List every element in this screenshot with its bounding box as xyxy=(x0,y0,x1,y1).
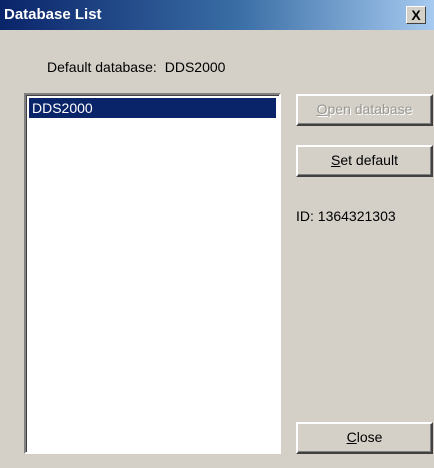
default-database-row: Default database: DDS2000 xyxy=(47,59,225,75)
open-database-label: pen database xyxy=(327,101,413,117)
open-database-mnemonic: O xyxy=(316,101,328,117)
database-list-dialog: Database List X Default database: DDS2000… xyxy=(0,0,434,468)
set-default-label: et default xyxy=(340,152,398,168)
set-default-button[interactable]: Set default xyxy=(296,145,433,177)
database-listbox[interactable]: DDS2000 xyxy=(24,93,281,454)
close-mnemonic: C xyxy=(346,429,357,445)
open-database-button[interactable]: Open database xyxy=(296,94,433,126)
close-icon[interactable]: X xyxy=(406,6,426,24)
database-id-text: ID: 1364321303 xyxy=(296,208,396,224)
title-bar[interactable]: Database List X xyxy=(0,0,434,30)
close-button[interactable]: Close xyxy=(296,422,433,454)
window-title: Database List xyxy=(4,6,102,23)
list-item[interactable]: DDS2000 xyxy=(29,98,276,118)
default-database-value: DDS2000 xyxy=(164,59,226,75)
default-database-label: Default database: xyxy=(47,59,157,75)
close-label: lose xyxy=(356,429,383,445)
set-default-mnemonic: S xyxy=(331,152,341,168)
